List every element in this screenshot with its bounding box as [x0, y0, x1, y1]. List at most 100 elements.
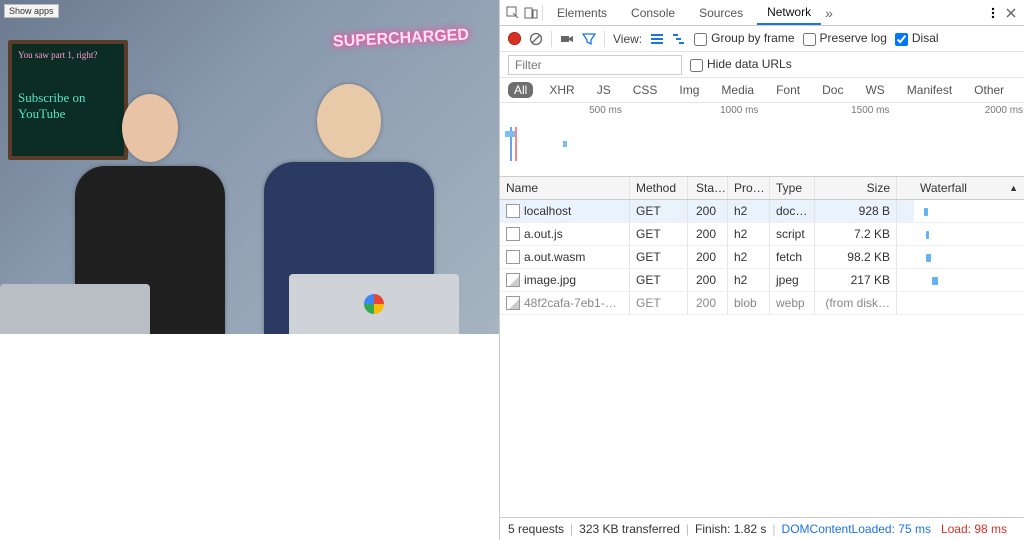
close-icon[interactable]	[1004, 6, 1018, 20]
filter-xhr[interactable]: XHR	[543, 82, 580, 98]
cell-name: a.out.js	[500, 223, 630, 245]
tick-label: 2000 ms	[985, 105, 1023, 116]
tab-sources[interactable]: Sources	[689, 2, 753, 24]
filter-toolbar: Hide data URLs	[500, 52, 1024, 78]
col-type[interactable]: Type	[770, 177, 815, 199]
cell-status: 200	[688, 269, 728, 291]
sort-asc-icon: ▲	[1009, 183, 1018, 193]
clear-icon[interactable]	[529, 32, 543, 46]
table-row[interactable]: image.jpg GET200h2jpeg217 KB	[500, 269, 914, 292]
waterfall-cell	[914, 200, 1024, 223]
cell-method: GET	[630, 292, 688, 314]
laptop-left	[0, 284, 150, 334]
filter-ws[interactable]: WS	[859, 82, 890, 98]
filter-css[interactable]: CSS	[627, 82, 664, 98]
filter-font[interactable]: Font	[770, 82, 806, 98]
table-row[interactable]: 48f2cafa-7eb1-…GET200blobwebp(from disk…	[500, 292, 914, 315]
filter-other[interactable]: Other	[968, 82, 1010, 98]
col-method[interactable]: Method	[630, 177, 688, 199]
overview-timeline[interactable]: 500 ms 1000 ms 1500 ms 2000 ms	[500, 103, 1024, 177]
col-name[interactable]: Name	[500, 177, 630, 199]
tab-elements[interactable]: Elements	[547, 2, 617, 24]
separator	[542, 5, 543, 21]
filter-media[interactable]: Media	[715, 82, 760, 98]
type-filter-bar: All XHR JS CSS Img Media Font Doc WS Man…	[500, 78, 1024, 103]
table-header-row: Name Method Sta… Pro… Type Size	[500, 177, 914, 200]
cell-status: 200	[688, 292, 728, 314]
preserve-log-checkbox[interactable]: Preserve log	[803, 31, 887, 45]
cell-name: image.jpg	[500, 269, 630, 291]
tab-network[interactable]: Network	[757, 1, 821, 25]
file-name: image.jpg	[524, 273, 576, 287]
record-button[interactable]	[508, 32, 521, 45]
more-tabs-icon[interactable]: »	[825, 6, 833, 20]
cell-status: 200	[688, 200, 728, 222]
inspect-icon[interactable]	[506, 6, 520, 20]
col-waterfall[interactable]: Waterfall ▲	[914, 177, 1024, 200]
col-size[interactable]: Size	[815, 177, 897, 199]
tab-console[interactable]: Console	[621, 2, 685, 24]
cell-protocol: h2	[728, 269, 770, 291]
filter-input[interactable]	[508, 55, 682, 75]
table-row[interactable]: a.out.jsGET200h2script7.2 KB	[500, 223, 914, 246]
file-name: a.out.wasm	[524, 250, 585, 264]
document-file-icon	[506, 250, 520, 264]
device-toggle-icon[interactable]	[524, 6, 538, 20]
table-row[interactable]: localhostGET200h2doc…928 B	[500, 200, 914, 223]
image-file-icon	[506, 296, 520, 310]
large-rows-icon[interactable]	[650, 32, 664, 46]
document-file-icon	[506, 227, 520, 241]
separator	[604, 31, 605, 47]
laptop-right	[289, 274, 459, 334]
filter-all[interactable]: All	[508, 82, 533, 98]
cell-method: GET	[630, 269, 688, 291]
waterfall-label: Waterfall	[920, 181, 967, 195]
disable-cache-label: Disal	[912, 31, 939, 45]
status-transferred: 323 KB transferred	[579, 522, 680, 536]
waterfall-cell	[914, 269, 1024, 292]
col-status[interactable]: Sta…	[688, 177, 728, 199]
waterfall-view-icon[interactable]	[672, 32, 686, 46]
cell-size: 217 KB	[815, 269, 897, 291]
filter-icon[interactable]	[582, 32, 596, 46]
cell-name: a.out.wasm	[500, 246, 630, 268]
status-bar: 5 requests| 323 KB transferred| Finish: …	[500, 518, 1024, 540]
filter-img[interactable]: Img	[673, 82, 705, 98]
waterfall-cell	[914, 246, 1024, 269]
filter-js[interactable]: JS	[591, 82, 617, 98]
cell-method: GET	[630, 246, 688, 268]
cell-method: GET	[630, 200, 688, 222]
network-table: Name Method Sta… Pro… Type Size localhos…	[500, 177, 1024, 518]
cell-size: (from disk…	[815, 292, 897, 314]
camera-icon[interactable]	[560, 32, 574, 46]
tick-label: 500 ms	[589, 105, 622, 116]
hide-data-urls-label: Hide data URLs	[707, 57, 792, 71]
cell-name: 48f2cafa-7eb1-…	[500, 292, 630, 314]
tick-label: 1500 ms	[851, 105, 889, 116]
cell-size: 98.2 KB	[815, 246, 897, 268]
filter-doc[interactable]: Doc	[816, 82, 849, 98]
hide-data-urls-checkbox[interactable]: Hide data URLs	[690, 57, 792, 71]
status-finish: Finish: 1.82 s	[695, 522, 766, 536]
disable-cache-checkbox[interactable]: Disal	[895, 31, 939, 45]
chrome-logo-icon	[364, 294, 384, 314]
col-protocol[interactable]: Pro…	[728, 177, 770, 199]
image-file-icon	[506, 273, 520, 287]
chalk-line-1: You saw part 1, right?	[18, 50, 118, 60]
cell-type: jpeg	[770, 269, 815, 291]
document-file-icon	[506, 204, 520, 218]
preserve-log-label: Preserve log	[820, 31, 887, 45]
video-thumbnail: Show apps You saw part 1, right? Subscri…	[0, 0, 499, 334]
neon-sign: SUPERCHARGED	[333, 26, 470, 51]
devtools-panel: Elements Console Sources Network » View:…	[499, 0, 1024, 540]
group-by-frame-checkbox[interactable]: Group by frame	[694, 31, 794, 45]
cell-type: doc…	[770, 200, 815, 222]
waterfall-column: Waterfall ▲	[914, 177, 1024, 517]
cell-size: 928 B	[815, 200, 897, 222]
separator	[551, 31, 552, 47]
table-row[interactable]: a.out.wasmGET200h2fetch98.2 KB	[500, 246, 914, 269]
cell-size: 7.2 KB	[815, 223, 897, 245]
table-columns: Name Method Sta… Pro… Type Size localhos…	[500, 177, 914, 517]
filter-manifest[interactable]: Manifest	[901, 82, 958, 98]
kebab-menu-icon[interactable]	[986, 6, 1000, 20]
